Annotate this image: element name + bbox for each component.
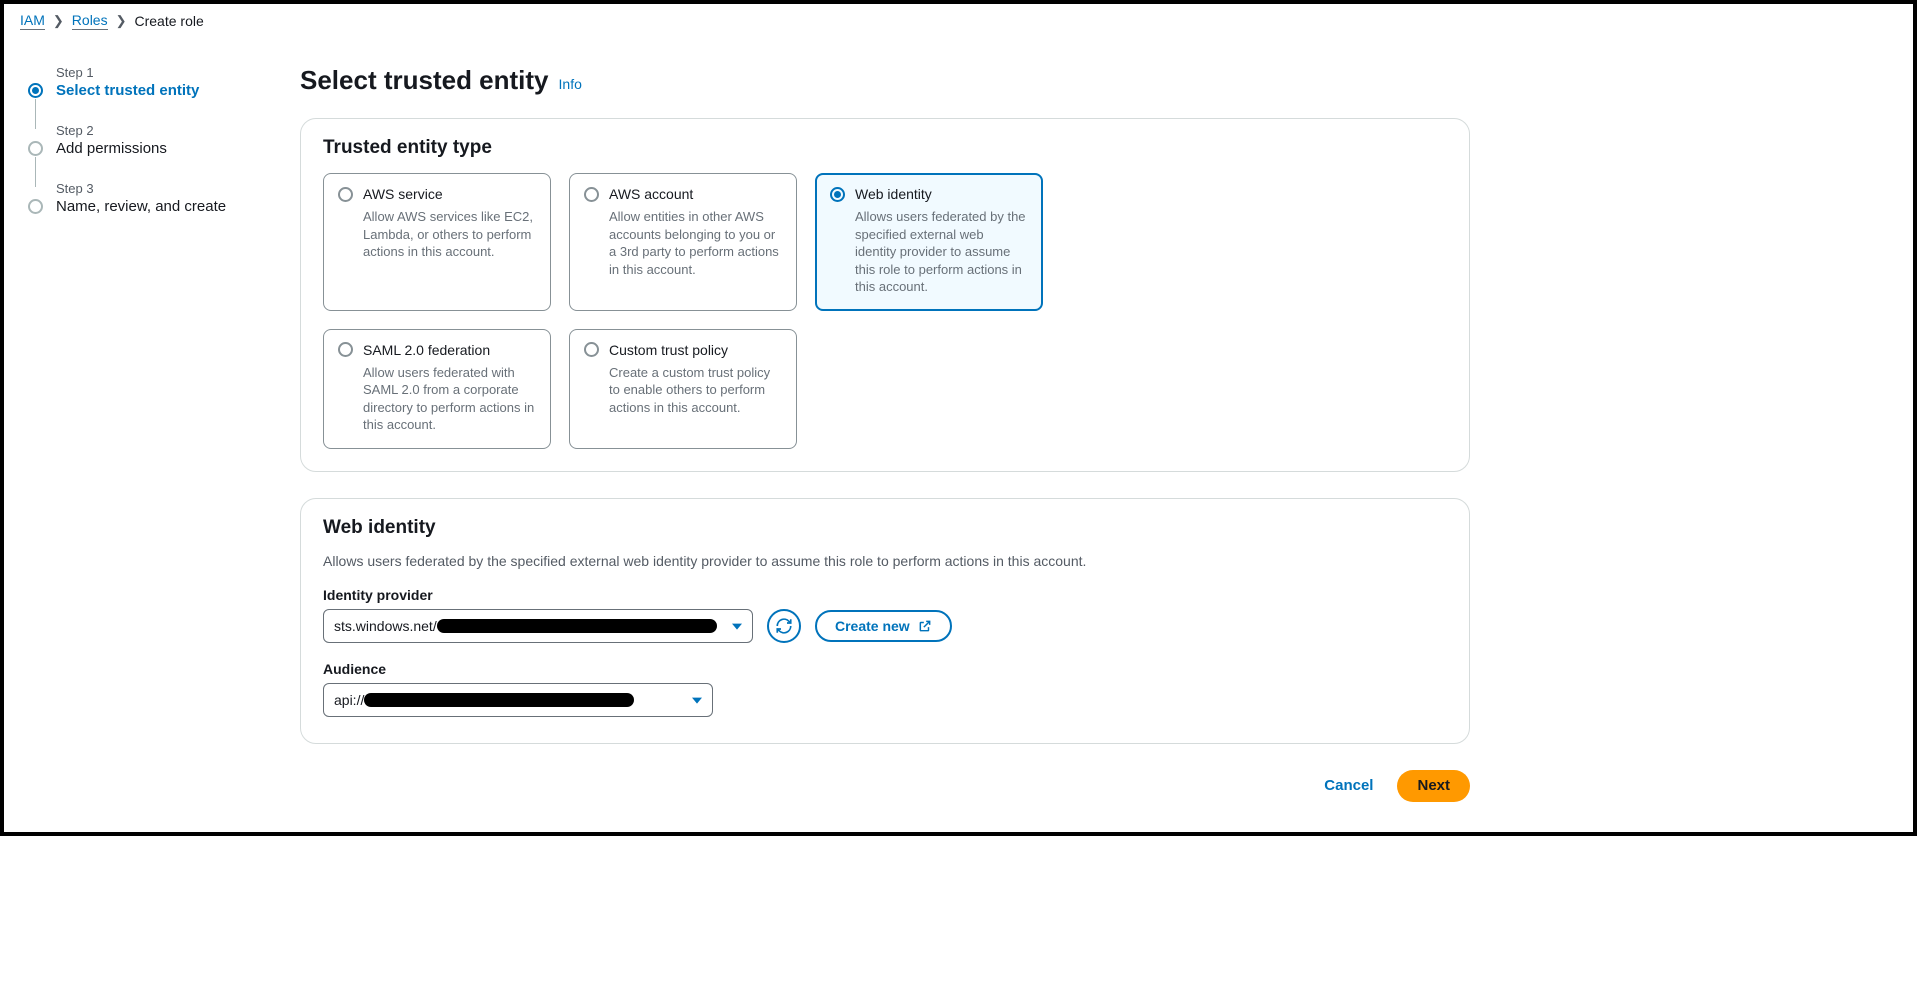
button-label: Create new (835, 618, 910, 634)
chevron-down-icon (692, 698, 702, 704)
step-1[interactable]: Step 1 Select trusted entity (28, 65, 260, 123)
web-identity-panel: Web identity Allows users federated by t… (300, 498, 1470, 744)
step-label: Name, review, and create (56, 198, 260, 215)
step-3[interactable]: Step 3 Name, review, and create (28, 181, 260, 215)
step-2[interactable]: Step 2 Add permissions (28, 123, 260, 181)
breadcrumb: IAM ❯ Roles ❯ Create role (20, 12, 1897, 40)
external-link-icon (918, 619, 932, 633)
radio-icon (338, 342, 353, 357)
breadcrumb-current: Create role (135, 13, 204, 29)
cancel-button[interactable]: Cancel (1318, 776, 1379, 795)
entity-title: AWS service (363, 186, 443, 202)
entity-aws-account[interactable]: AWS account Allow entities in other AWS … (569, 173, 797, 311)
refresh-button[interactable] (767, 609, 801, 643)
chevron-right-icon: ❯ (53, 13, 64, 29)
identity-provider-select[interactable]: sts.windows.net/ (323, 609, 753, 643)
trusted-entity-panel: Trusted entity type AWS service Allow AW… (300, 118, 1470, 472)
identity-provider-label: Identity provider (323, 587, 1447, 603)
step-label: Add permissions (56, 140, 260, 157)
radio-icon (338, 187, 353, 202)
panel-title: Trusted entity type (323, 137, 1447, 159)
refresh-icon (775, 617, 793, 635)
entity-title: Web identity (855, 186, 932, 202)
entity-title: SAML 2.0 federation (363, 342, 490, 358)
chevron-down-icon (732, 624, 742, 630)
radio-icon (584, 342, 599, 357)
select-value-prefix: sts.windows.net/ (334, 618, 437, 634)
audience-label: Audience (323, 661, 1447, 677)
redacted-value (364, 693, 634, 707)
next-button[interactable]: Next (1397, 770, 1470, 802)
step-label: Select trusted entity (56, 82, 260, 99)
panel-subtitle: Allows users federated by the specified … (323, 553, 1447, 569)
page-heading: Select trusted entity Info (300, 65, 1470, 96)
step-number: Step 2 (56, 123, 260, 138)
page-title: Select trusted entity (300, 65, 549, 96)
step-marker-icon (28, 199, 43, 214)
info-link[interactable]: Info (559, 76, 582, 92)
step-marker-active-icon (28, 83, 43, 98)
select-value-prefix: api:// (334, 692, 364, 708)
entity-desc: Create a custom trust policy to enable o… (584, 364, 782, 417)
entity-saml[interactable]: SAML 2.0 federation Allow users federate… (323, 329, 551, 449)
entity-custom-trust[interactable]: Custom trust policy Create a custom trus… (569, 329, 797, 449)
radio-selected-icon (830, 187, 845, 202)
entity-desc: Allow entities in other AWS accounts bel… (584, 208, 782, 278)
wizard-stepper: Step 1 Select trusted entity Step 2 Add … (20, 65, 260, 802)
step-number: Step 1 (56, 65, 260, 80)
breadcrumb-roles[interactable]: Roles (72, 12, 108, 30)
create-new-button[interactable]: Create new (815, 610, 952, 642)
entity-title: Custom trust policy (609, 342, 728, 358)
entity-desc: Allow AWS services like EC2, Lambda, or … (338, 208, 536, 261)
breadcrumb-iam[interactable]: IAM (20, 12, 45, 30)
audience-select[interactable]: api:// (323, 683, 713, 717)
radio-icon (584, 187, 599, 202)
redacted-value (437, 619, 717, 633)
entity-aws-service[interactable]: AWS service Allow AWS services like EC2,… (323, 173, 551, 311)
entity-web-identity[interactable]: Web identity Allows users federated by t… (815, 173, 1043, 311)
step-number: Step 3 (56, 181, 260, 196)
panel-title: Web identity (323, 517, 1447, 539)
entity-desc: Allows users federated by the specified … (830, 208, 1028, 296)
chevron-right-icon: ❯ (116, 13, 127, 29)
entity-title: AWS account (609, 186, 693, 202)
step-marker-icon (28, 141, 43, 156)
entity-desc: Allow users federated with SAML 2.0 from… (338, 364, 536, 434)
wizard-footer: Cancel Next (300, 770, 1470, 802)
